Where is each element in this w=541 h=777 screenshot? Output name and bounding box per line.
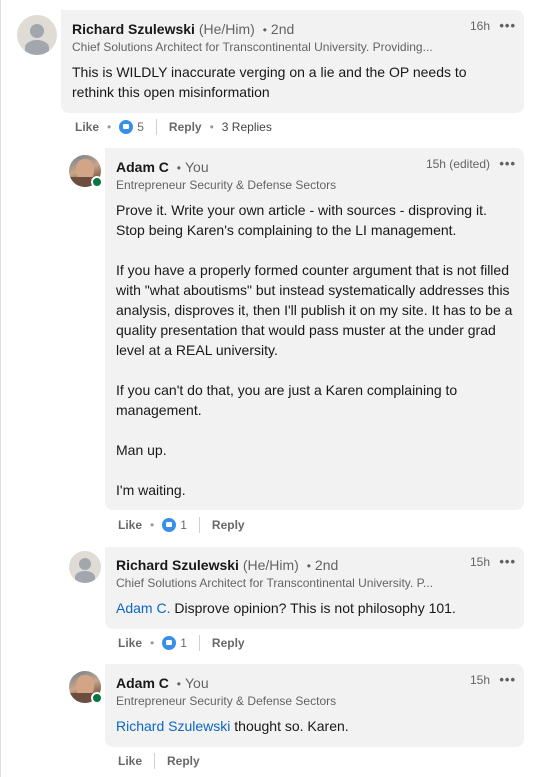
reaction-count[interactable]: 1 bbox=[180, 518, 187, 532]
more-options-icon[interactable]: ••• bbox=[499, 554, 516, 569]
author-name[interactable]: Richard Szulewski bbox=[72, 21, 195, 37]
comment-actions: Like • 1 Reply bbox=[118, 633, 245, 653]
reply-button[interactable]: Reply bbox=[212, 518, 245, 532]
divider bbox=[198, 635, 200, 651]
divider bbox=[154, 753, 156, 769]
author-headline: Entrepreneur Security & Defense Sectors bbox=[116, 178, 337, 192]
separator-dot: • bbox=[176, 677, 181, 691]
separator-dot: • bbox=[150, 518, 155, 532]
author-name[interactable]: Adam C bbox=[116, 159, 169, 175]
replies-count-button[interactable]: 3 Replies bbox=[222, 120, 272, 134]
more-options-icon[interactable]: ••• bbox=[499, 672, 516, 687]
like-reaction-icon bbox=[119, 120, 134, 134]
like-button[interactable]: Like bbox=[118, 636, 142, 650]
reply-button[interactable]: Reply bbox=[169, 120, 202, 134]
connection-degree: 2nd bbox=[314, 557, 339, 573]
like-button[interactable]: Like bbox=[118, 754, 142, 768]
like-reaction-icon bbox=[162, 636, 177, 650]
separator-dot: • bbox=[107, 120, 112, 134]
reply-button[interactable]: Reply bbox=[167, 754, 200, 768]
reaction-count[interactable]: 1 bbox=[180, 636, 187, 650]
timestamp: 15h (edited) bbox=[425, 157, 490, 171]
author-headline: Chief Solutions Architect for Transconti… bbox=[72, 40, 433, 54]
timestamp: 15h bbox=[469, 555, 490, 569]
timestamp: 15h bbox=[469, 673, 490, 687]
connection-degree: 2nd bbox=[270, 21, 295, 37]
author-name[interactable]: Richard Szulewski bbox=[116, 557, 239, 573]
comment-body: Richard Szulewski thought so. Karen. bbox=[116, 718, 349, 734]
author-headline: Chief Solutions Architect for Transconti… bbox=[116, 576, 434, 590]
more-options-icon[interactable]: ••• bbox=[499, 156, 516, 171]
online-status-icon bbox=[91, 692, 103, 704]
author-headline: Entrepreneur Security & Defense Sectors bbox=[116, 694, 337, 708]
like-button[interactable]: Like bbox=[118, 518, 142, 532]
separator-dot: • bbox=[306, 559, 311, 573]
separator-dot: • bbox=[262, 23, 267, 37]
like-reaction-icon bbox=[162, 518, 177, 532]
more-options-icon[interactable]: ••• bbox=[499, 18, 516, 33]
comment-body: Prove it. Write your own article - with … bbox=[116, 202, 513, 498]
divider bbox=[198, 517, 200, 533]
author-pronouns: (He/Him) bbox=[242, 557, 299, 573]
mention-link[interactable]: Adam C. bbox=[116, 600, 170, 616]
avatar[interactable] bbox=[69, 551, 101, 583]
divider bbox=[155, 119, 157, 135]
avatar[interactable] bbox=[17, 15, 57, 55]
author-pronouns: (He/Him) bbox=[198, 21, 255, 37]
comment-body: This is WILDLY inaccurate verging on a l… bbox=[72, 64, 467, 100]
separator-dot: • bbox=[150, 636, 155, 650]
online-status-icon bbox=[91, 176, 103, 188]
separator-dot: • bbox=[209, 120, 214, 134]
you-label: You bbox=[185, 159, 209, 175]
comment-actions: Like • 1 Reply bbox=[118, 515, 245, 535]
comment-body: Adam C. Disprove opinion? This is not ph… bbox=[116, 600, 456, 616]
reaction-count[interactable]: 5 bbox=[137, 120, 144, 134]
author-name[interactable]: Adam C bbox=[116, 675, 169, 691]
timestamp: 16h bbox=[469, 19, 490, 33]
mention-link[interactable]: Richard Szulewski bbox=[116, 718, 230, 734]
comment-actions: Like Reply bbox=[118, 751, 200, 771]
reply-button[interactable]: Reply bbox=[212, 636, 245, 650]
you-label: You bbox=[185, 675, 209, 691]
like-button[interactable]: Like bbox=[75, 120, 99, 134]
separator-dot: • bbox=[176, 161, 181, 175]
comment-actions: Like • 5 Reply • 3 Replies bbox=[75, 117, 272, 137]
thread-rule bbox=[0, 0, 1, 777]
